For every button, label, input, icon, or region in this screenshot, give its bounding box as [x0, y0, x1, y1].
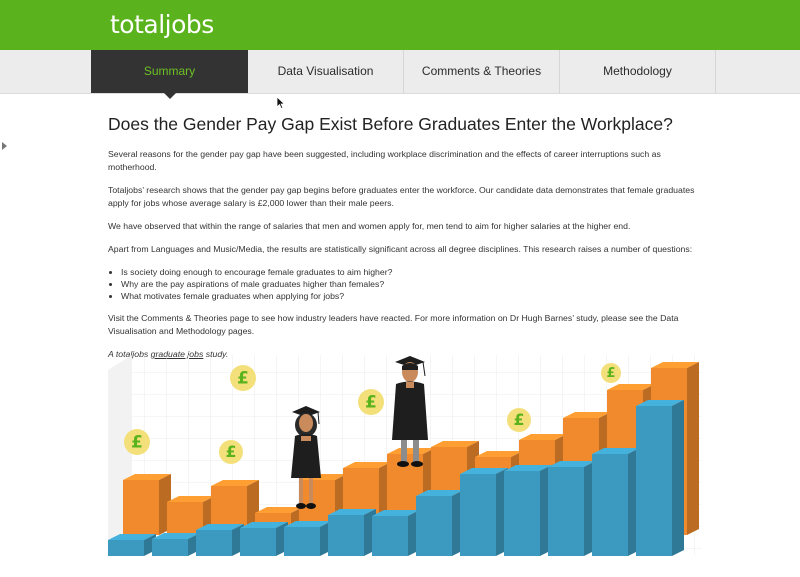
tab-data-visualisation[interactable]: Data Visualisation — [248, 50, 404, 93]
page-title: Does the Gender Pay Gap Exist Before Gra… — [108, 114, 673, 134]
research-paragraph: Totaljobs’ research shows that the gende… — [108, 185, 695, 208]
bar-block — [240, 522, 288, 556]
tab-comments-theories-label: Comments & Theories — [421, 64, 542, 78]
bar-block — [416, 490, 464, 556]
bar-block — [592, 448, 640, 556]
list-item: Is society doing enough to encourage fem… — [121, 266, 708, 278]
svg-text:£: £ — [606, 366, 615, 381]
section-tab-bar: Summary Data Visualisation Comments & Th… — [0, 50, 800, 99]
intro-paragraph: Several reasons for the gender pay gap h… — [108, 149, 661, 172]
bar-block — [636, 400, 684, 556]
bar-block — [196, 524, 244, 556]
pound-coin-icon: £ — [601, 363, 621, 383]
tab-summary[interactable]: Summary — [91, 50, 248, 99]
tab-methodology-label: Methodology — [603, 64, 672, 78]
pound-coin-icon: £ — [219, 440, 243, 464]
side-expand-arrow-icon[interactable] — [2, 142, 7, 150]
svg-text:£: £ — [237, 367, 249, 387]
list-item: Why are the pay aspirations of male grad… — [121, 278, 708, 290]
bar-block — [548, 461, 596, 556]
tab-data-visualisation-label: Data Visualisation — [277, 64, 374, 78]
bar-block — [284, 521, 332, 556]
pound-coin-icon: £ — [124, 429, 150, 455]
observation-paragraph: We have observed that within the range o… — [108, 221, 631, 231]
bar-block — [152, 533, 200, 556]
pound-coin-icon: £ — [507, 408, 531, 432]
svg-text:£: £ — [226, 443, 237, 461]
bar-block — [504, 465, 552, 556]
svg-text:£: £ — [131, 431, 143, 451]
tab-summary-label: Summary — [143, 64, 196, 78]
list-item: What motivates female graduates when app… — [121, 290, 708, 302]
tab-comments-theories[interactable]: Comments & Theories — [404, 50, 560, 93]
mouse-cursor-icon — [276, 96, 286, 110]
bar-block — [460, 468, 508, 556]
bar-block — [108, 534, 156, 556]
active-tab-caret-icon — [163, 93, 176, 99]
svg-text:£: £ — [365, 391, 377, 411]
tab-methodology[interactable]: Methodology — [560, 50, 716, 93]
site-header: totaljobs — [0, 0, 800, 50]
disciplines-paragraph: Apart from Languages and Music/Media, th… — [108, 244, 693, 254]
totaljobs-logo[interactable]: totaljobs — [110, 10, 214, 39]
questions-list: Is society doing enough to encourage fem… — [108, 266, 708, 302]
bar-block — [123, 474, 171, 535]
article: Does the Gender Pay Gap Exist Before Gra… — [108, 113, 708, 371]
pound-coin-icon: £ — [230, 365, 256, 391]
closing-paragraph: Visit the Comments & Theories page to se… — [108, 313, 679, 336]
pay-gap-illustration: £ £ £ £ £ £ — [108, 355, 702, 556]
svg-text:£: £ — [514, 411, 525, 429]
bar-block — [328, 509, 376, 556]
pound-coin-icon: £ — [358, 389, 384, 415]
bar-block — [372, 510, 420, 556]
